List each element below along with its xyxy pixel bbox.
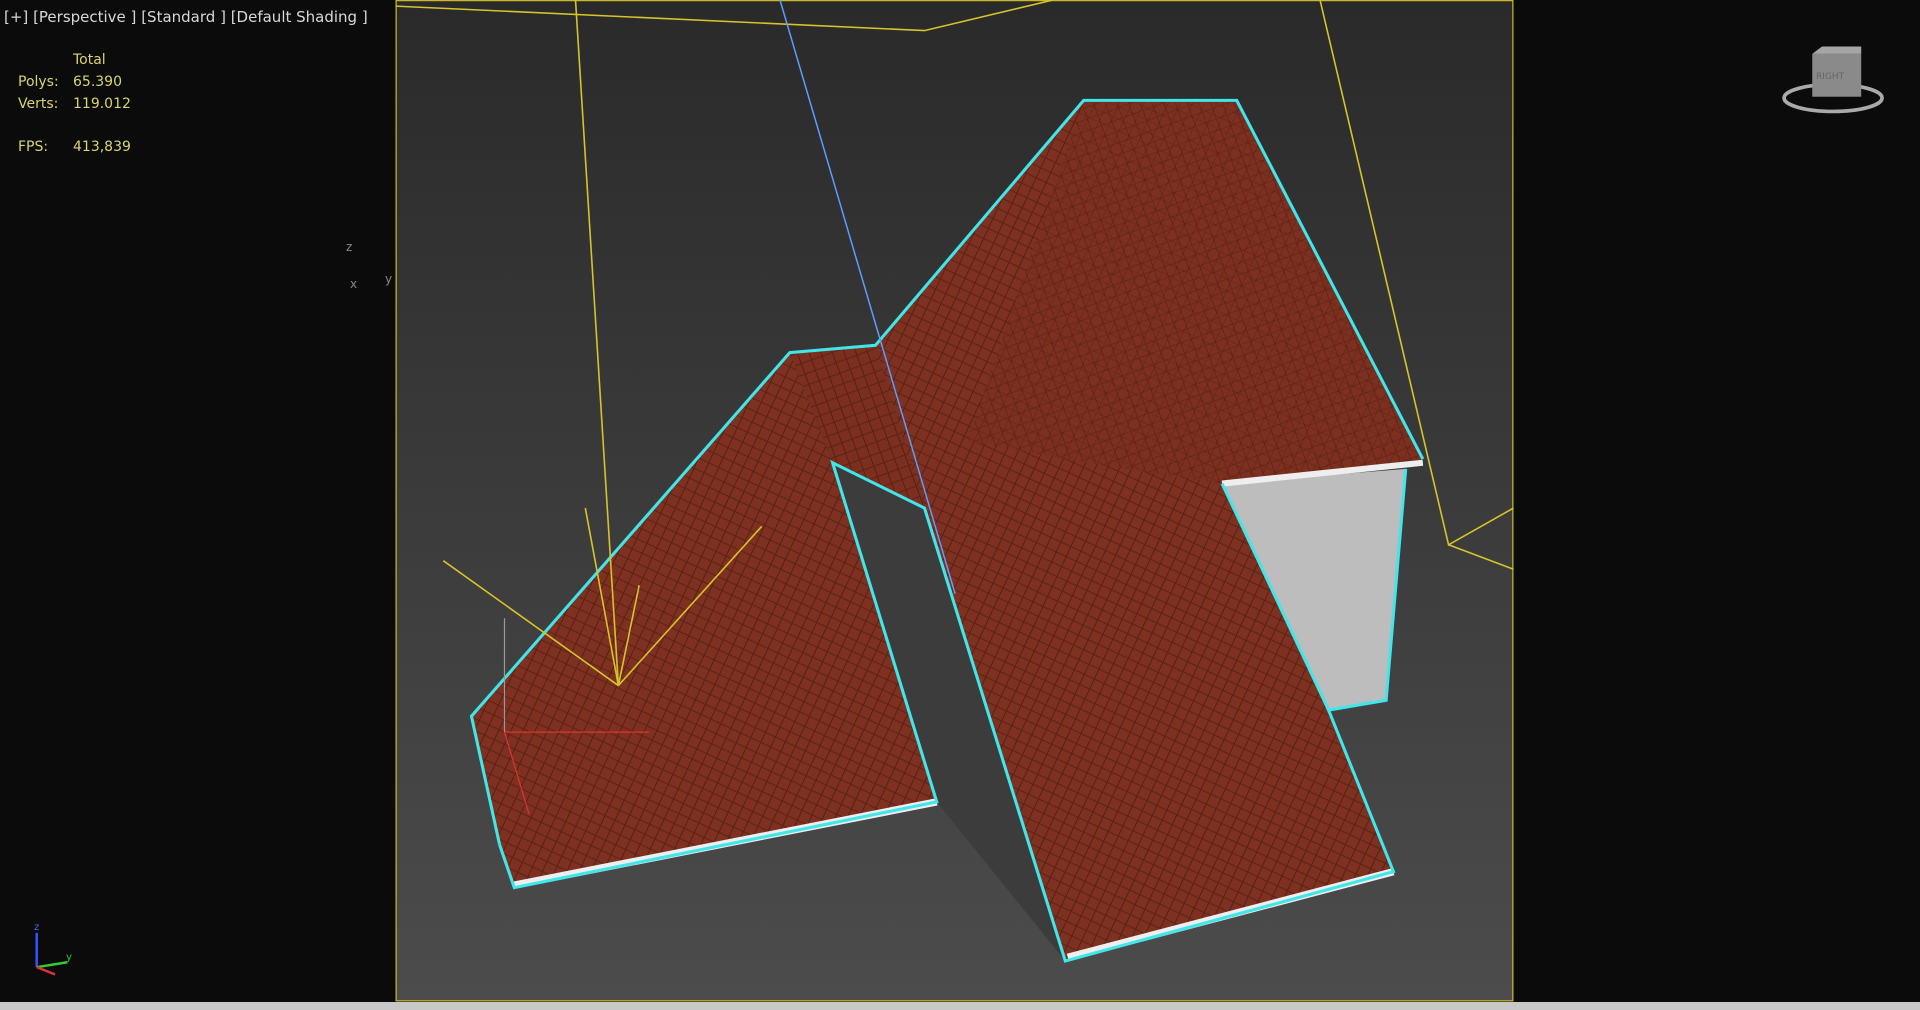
verts-value: 119.012	[73, 96, 131, 112]
polys-value: 65.390	[73, 74, 122, 90]
viewcube-face-label[interactable]: RIGHT	[1816, 72, 1844, 82]
gizmo-label-y: y	[385, 272, 393, 286]
corner-axis-z: z	[34, 922, 40, 933]
stats-header: Total	[73, 52, 106, 68]
gizmo-label-z: z	[346, 240, 353, 254]
viewport-menu-plus[interactable]: [+]	[4, 8, 28, 26]
viewport-menu-shading[interactable]: [Default Shading ]	[231, 8, 368, 26]
verts-label: Verts:	[18, 96, 59, 112]
corner-axis-icon	[35, 932, 68, 976]
viewport-perspective[interactable]	[0, 0, 1920, 1010]
viewport-menu-mode[interactable]: [Standard ]	[141, 8, 226, 26]
viewport-menu-view[interactable]: [Perspective ]	[33, 8, 136, 26]
fps-label: FPS:	[18, 139, 49, 155]
corner-axis-y: y	[66, 952, 72, 963]
gizmo-label-x: x	[350, 277, 358, 291]
bottom-border	[0, 1002, 1920, 1010]
polys-label: Polys:	[18, 74, 59, 90]
fps-value: 413,839	[73, 139, 131, 155]
